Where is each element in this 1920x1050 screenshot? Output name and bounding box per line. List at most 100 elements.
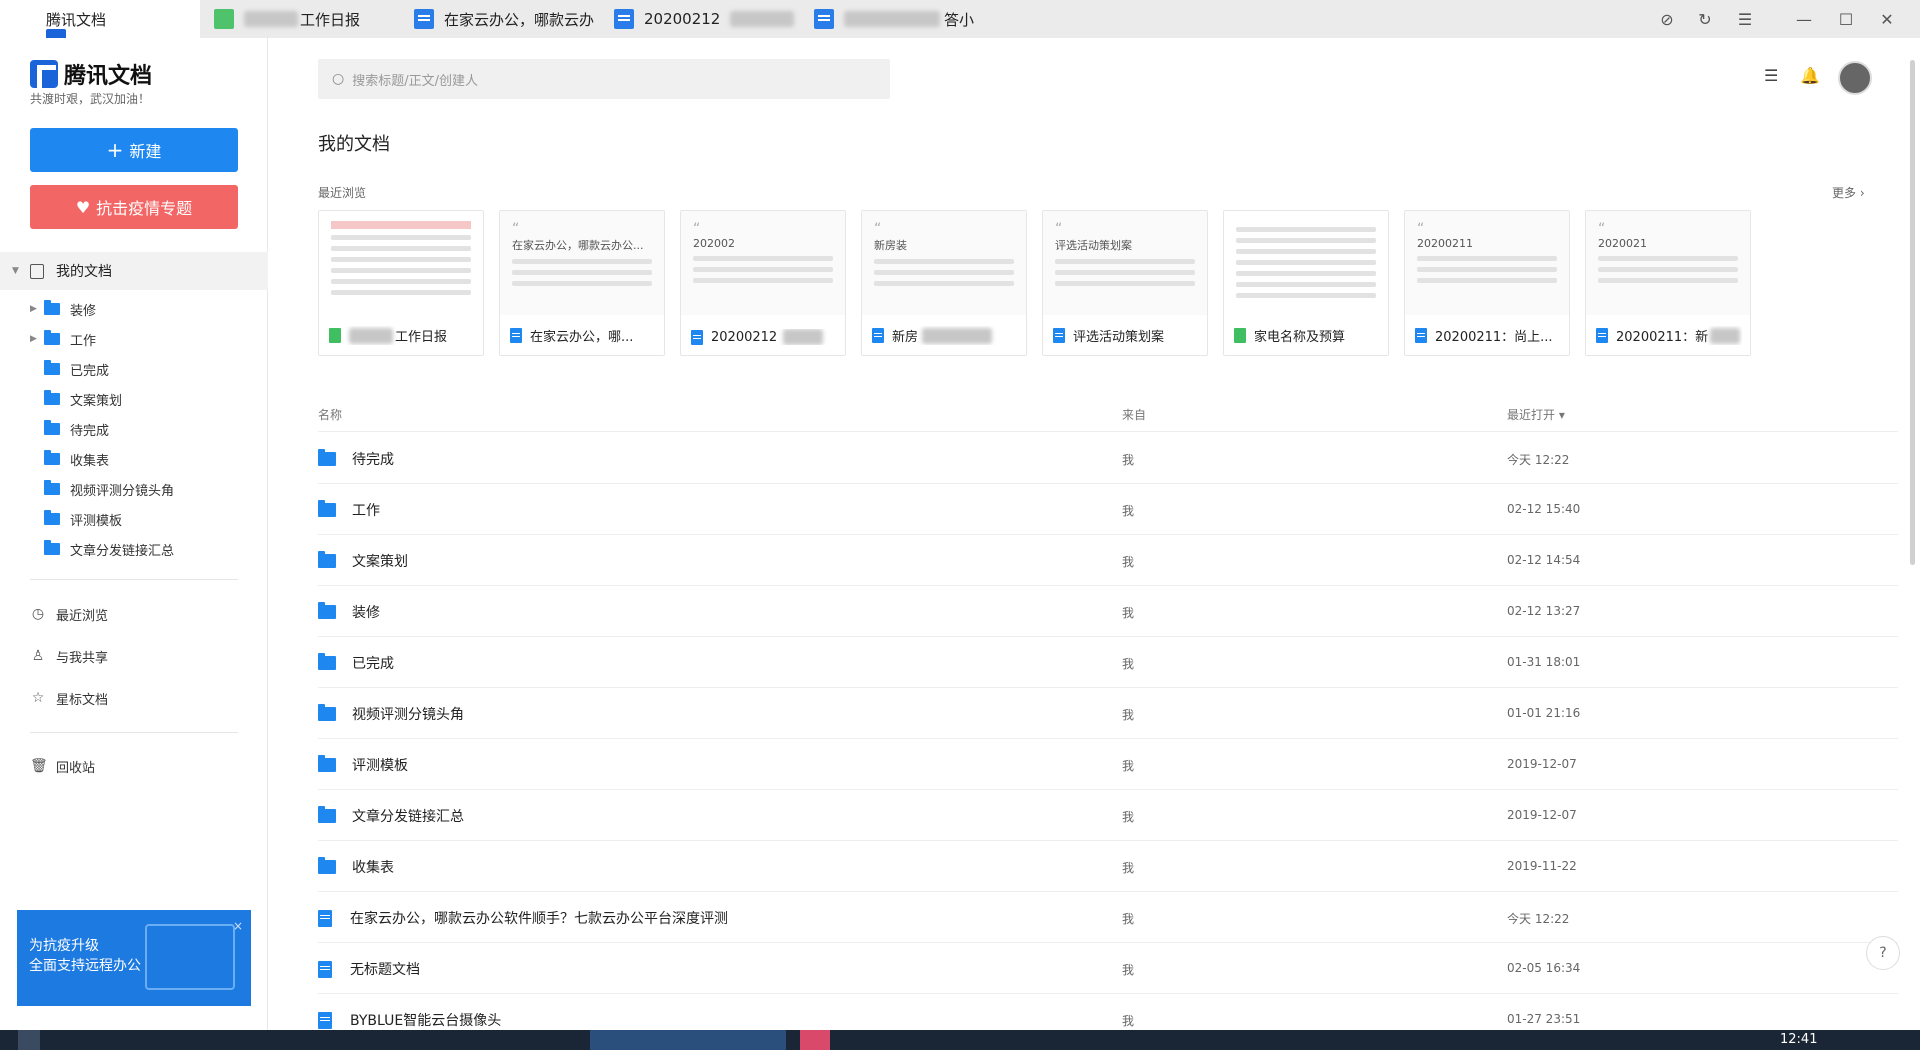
column-last-opened[interactable]: 最近打开 ▾: [1507, 406, 1565, 423]
card-preview-text: 20200211: [1417, 237, 1473, 250]
folder-label: 视频评测分镜头角: [70, 483, 175, 499]
sidebar-item-trash[interactable]: 🗑 回收站: [30, 752, 95, 780]
sidebar-folder-work[interactable]: ▶ 工作: [0, 324, 268, 354]
list-header: 名称 来自 最近打开 ▾: [318, 402, 1898, 432]
recent-card[interactable]: “ 评选活动策划案 评选活动策划案: [1042, 210, 1208, 356]
new-button[interactable]: + 新建: [30, 128, 238, 172]
table-row[interactable]: BYBLUE智能云台摄像头 我 01-27 23:51: [318, 994, 1898, 1030]
close-icon[interactable]: ✕: [1867, 0, 1907, 38]
row-from: 我: [1122, 861, 1135, 875]
table-row[interactable]: 视频评测分镜头角 我 01-01 21:16: [318, 688, 1898, 739]
sidebar-folder-done[interactable]: 已完成: [0, 354, 268, 384]
card-preview-text: 在家云办公，哪款云办公...: [512, 239, 644, 252]
avatar[interactable]: [1838, 61, 1872, 95]
tab-20200212[interactable]: 20200212: [614, 0, 800, 38]
search-input[interactable]: ○ 搜索标题/正文/创建人: [318, 59, 890, 99]
sidebar-folder-article-links[interactable]: 文章分发链接汇总: [0, 534, 268, 564]
sidebar-item-recent[interactable]: ◷ 最近浏览: [30, 600, 108, 628]
table-row[interactable]: 收集表 我 2019-11-22: [318, 841, 1898, 892]
help-button[interactable]: ?: [1866, 936, 1900, 970]
card-name-text: 20200211：新: [1616, 330, 1709, 345]
card-title: 工作日报: [329, 326, 475, 345]
doc-icon: [318, 1011, 332, 1029]
column-name[interactable]: 名称: [318, 406, 342, 423]
table-row[interactable]: 已完成 我 01-31 18:01: [318, 637, 1898, 688]
table-row[interactable]: 在家云办公，哪款云办公软件顺手？七款云办公平台深度评测 我 今天 12:22: [318, 892, 1898, 943]
recent-card[interactable]: “ 202002 20200212: [680, 210, 846, 356]
maximize-icon[interactable]: ☐: [1826, 0, 1866, 38]
recent-card[interactable]: “ 新房装 新房: [861, 210, 1027, 356]
folder-icon: [318, 857, 336, 874]
folder-icon: [44, 390, 60, 405]
tab-label: 工作日报: [300, 10, 361, 29]
brand-logo[interactable]: 腾讯文档: [30, 58, 152, 90]
bell-icon[interactable]: 🔔: [1800, 66, 1820, 85]
taskbar-app[interactable]: [800, 1030, 830, 1050]
doc-icon: [510, 328, 522, 343]
column-from[interactable]: 来自: [1122, 406, 1146, 423]
more-link[interactable]: 更多 ›: [1832, 184, 1865, 201]
recent-card[interactable]: “ 2020021 20200211：新: [1585, 210, 1751, 356]
table-row[interactable]: 装修 我 02-12 13:27: [318, 586, 1898, 637]
caret-right-icon: ▶: [30, 334, 37, 344]
card-preview-text: 新房装: [874, 239, 907, 252]
table-row[interactable]: 文章分发链接汇总 我 2019-12-07: [318, 790, 1898, 841]
minimize-icon[interactable]: —: [1784, 0, 1824, 38]
folder-icon: [44, 330, 60, 345]
sidebar-folder-review-template[interactable]: 评测模板: [0, 504, 268, 534]
start-icon[interactable]: [18, 1030, 40, 1050]
sidebar-folder-copywriting[interactable]: 文案策划: [0, 384, 268, 414]
clock-icon: ◷: [31, 606, 45, 622]
trash-icon: 🗑: [30, 758, 48, 774]
card-preview: [319, 211, 483, 315]
sidebar-item-shared[interactable]: ♙ 与我共享: [30, 642, 108, 670]
menu-icon[interactable]: ☰: [1725, 0, 1765, 38]
recent-card[interactable]: 家电名称及预算: [1223, 210, 1389, 356]
sidebar-folder-collect[interactable]: 收集表: [0, 444, 268, 474]
sidebar-item-my-docs[interactable]: ▼ 我的文档: [0, 252, 268, 290]
tab-work-report[interactable]: 工作日报: [214, 0, 400, 38]
tab-cloud-office[interactable]: 在家云办公，哪款云办: [414, 0, 594, 38]
card-title: 20200211：尚上...: [1415, 326, 1561, 345]
tab-home[interactable]: 腾讯文档: [0, 0, 200, 38]
row-time: 今天 12:22: [1507, 912, 1570, 926]
compass-icon[interactable]: ⊘: [1647, 0, 1687, 38]
table-row[interactable]: 无标题文档 我 02-05 16:34: [318, 943, 1898, 994]
sidebar-item-starred[interactable]: ☆ 星标文档: [30, 684, 108, 712]
row-time: 02-12 14:54: [1507, 553, 1581, 567]
row-time: 今天 12:22: [1507, 453, 1570, 467]
quote-icon: “: [1055, 221, 1063, 237]
folder-icon: [44, 420, 60, 435]
list-view-icon[interactable]: ☰: [1764, 66, 1778, 85]
row-time: 2019-11-22: [1507, 859, 1577, 873]
table-row[interactable]: 工作 我 02-12 15:40: [318, 484, 1898, 535]
row-from: 我: [1122, 912, 1135, 926]
refresh-icon[interactable]: ↻: [1685, 0, 1725, 38]
sidebar-folder-todo[interactable]: 待完成: [0, 414, 268, 444]
table-row[interactable]: 评测模板 我 2019-12-07: [318, 739, 1898, 790]
scrollbar[interactable]: [1910, 60, 1915, 565]
recent-card[interactable]: 工作日报: [318, 210, 484, 356]
promo-banner[interactable]: × 为抗疫升级 全面支持远程办公: [17, 910, 251, 1006]
doc-icon: [1053, 328, 1065, 343]
row-time: 2019-12-07: [1507, 757, 1577, 771]
tab-label: 在家云办公，哪款云办: [444, 10, 594, 29]
card-title: 家电名称及预算: [1234, 326, 1380, 345]
row-time: 02-12 15:40: [1507, 502, 1581, 516]
tab-answer[interactable]: 答小: [814, 0, 1000, 38]
folder-icon: [318, 755, 336, 772]
new-button-label: 新建: [129, 142, 162, 161]
recent-card[interactable]: “ 在家云办公，哪款云办公... 在家云办公，哪...: [499, 210, 665, 356]
row-from: 我: [1122, 504, 1135, 518]
table-row[interactable]: 文案策划 我 02-12 14:54: [318, 535, 1898, 586]
row-name: 视频评测分镜头角: [352, 707, 464, 723]
fight-epidemic-button[interactable]: ♥ 抗击疫情专题: [30, 185, 238, 229]
folder-icon: [318, 806, 336, 823]
title-bar: 腾讯文档 工作日报 在家云办公，哪款云办 20200212 答小 ⊘ ↻ ☰ —…: [0, 0, 1920, 38]
taskbar-app-tencent-docs[interactable]: [590, 1030, 786, 1050]
sidebar-folder-video-review[interactable]: 视频评测分镜头角: [0, 474, 268, 504]
sidebar-folder-renovation[interactable]: ▶ 装修: [0, 294, 268, 324]
recent-card[interactable]: “ 20200211 20200211：尚上...: [1404, 210, 1570, 356]
table-row[interactable]: 待完成 我 今天 12:22: [318, 433, 1898, 484]
card-preview: “ 新房装: [862, 211, 1026, 315]
